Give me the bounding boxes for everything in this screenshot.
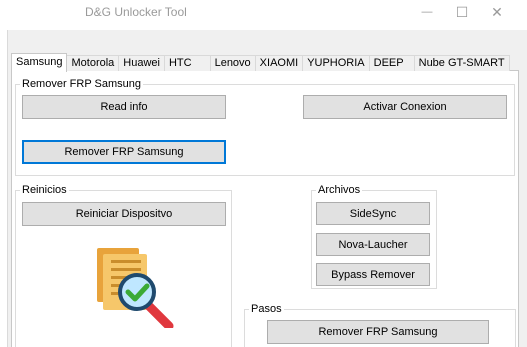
- document-search-check-icon: [95, 246, 175, 331]
- pasos-remover-frp-button[interactable]: Remover FRP Samsung: [267, 320, 489, 344]
- tab-htc[interactable]: HTC: [163, 55, 211, 71]
- tab-deep[interactable]: DEEP: [368, 55, 415, 71]
- group-reinicios-title: Reinicios: [20, 183, 69, 197]
- title-bar: D&G Unlocker Tool — ☐ ✕: [0, 0, 527, 30]
- group-remover-frp-title: Remover FRP Samsung: [20, 77, 144, 91]
- minimize-icon: —: [421, 6, 433, 18]
- tab-samsung[interactable]: Samsung: [11, 53, 68, 72]
- minimize-button[interactable]: —: [407, 0, 447, 24]
- tab-yuphoria[interactable]: YUPHORIA: [302, 55, 370, 71]
- tab-strip: Samsung Motorola Huawei HTC Lenovo XIAOM…: [11, 53, 510, 72]
- bypass-remover-button[interactable]: Bypass Remover: [316, 263, 430, 286]
- activar-conexion-button[interactable]: Activar Conexion: [303, 95, 507, 119]
- group-pasos-title: Pasos: [249, 302, 284, 316]
- reiniciar-dispositivo-button[interactable]: Reiniciar Dispositvo: [22, 202, 226, 226]
- tab-nube-gt-smart[interactable]: Nube GT-SMART: [413, 55, 510, 71]
- maximize-icon: ☐: [455, 3, 469, 20]
- group-archivos-title: Archivos: [316, 183, 363, 197]
- tab-motorola[interactable]: Motorola: [66, 55, 120, 71]
- remover-frp-button[interactable]: Remover FRP Samsung: [22, 140, 226, 164]
- tab-huawei[interactable]: Huawei: [118, 55, 165, 71]
- left-panel-edge: [0, 30, 8, 347]
- maximize-button[interactable]: ☐: [442, 0, 482, 24]
- sidesync-button[interactable]: SideSync: [316, 202, 430, 225]
- close-button[interactable]: ✕: [477, 0, 517, 24]
- nova-launcher-button[interactable]: Nova-Laucher: [316, 233, 430, 256]
- tab-lenovo[interactable]: Lenovo: [209, 55, 256, 71]
- close-icon: ✕: [491, 3, 503, 20]
- tab-xiaomi[interactable]: XIAOMI: [254, 55, 304, 71]
- window-title: D&G Unlocker Tool: [85, 5, 187, 19]
- read-info-button[interactable]: Read info: [22, 95, 226, 119]
